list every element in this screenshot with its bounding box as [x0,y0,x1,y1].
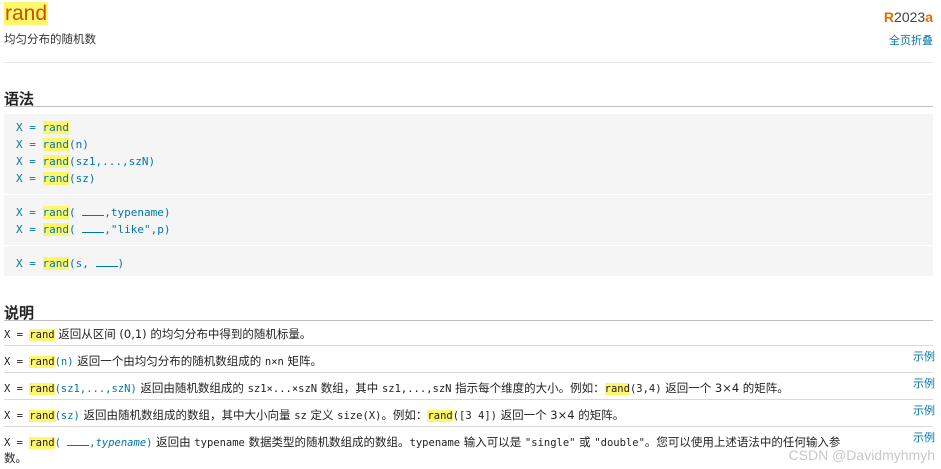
collapse-all-link[interactable]: 全页折叠 [889,32,933,48]
rand-function-link[interactable]: rand [42,172,69,185]
syntax-line[interactable]: X = rand(n) [16,136,155,153]
rand-function-link[interactable]: rand [42,223,69,236]
argument-placeholder [95,255,118,267]
description-row: X = rand( ,typename) 返回由 typename 数据类型的随… [4,434,841,465]
release-badge: R2023a [883,9,933,25]
rand-function-link[interactable]: rand [42,206,69,219]
argument-placeholder [67,434,90,446]
syntax-group-1: X = rand X = rand(n) X = rand(sz1,...,sz… [16,119,155,187]
rand-function-link[interactable]: rand [29,329,55,341]
description-row: X = rand(sz) 返回由随机数组成的数组，其中大小向量 sz 定义 si… [4,408,625,422]
syntax-line[interactable]: X = rand( ,typename) [16,204,170,221]
row-divider [4,372,933,373]
description-row: X = rand(sz1,...,szN) 返回由随机数组成的 sz1×...×… [4,381,789,395]
rand-function-link[interactable]: rand [29,410,55,422]
row-divider [4,426,933,427]
row-divider [4,399,933,400]
rand-function-link[interactable]: rand [42,121,69,134]
syntax-group-3: X = rand(s, ) [16,255,124,272]
row-divider [4,345,933,346]
rand-function-link[interactable]: rand [427,410,453,422]
description-heading-rule [4,320,933,321]
syntax-line[interactable]: X = rand( ,"like",p) [16,221,170,238]
syntax-separator [4,194,933,195]
syntax-block: X = rand X = rand(n) X = rand(sz1,...,sz… [4,114,933,276]
description-row: X = rand(n) 返回一个由均匀分布的随机数组成的 n×n 矩阵。 [4,354,322,368]
rand-function-link[interactable]: rand [42,138,69,151]
syntax-group-2: X = rand( ,typename) X = rand( ,"like",p… [16,204,170,238]
rand-function-link[interactable]: rand [42,257,69,270]
page-title: rand [4,2,49,25]
argument-placeholder [82,204,105,216]
syntax-line[interactable]: X = rand(sz1,...,szN) [16,153,155,170]
watermark: CSDN @Davidmyhmyh [788,447,935,463]
description-row: X = rand 返回从区间 (0,1) 的均匀分布中得到的随机标量。 [4,327,312,341]
page-subtitle: 均匀分布的随机数 [4,32,96,46]
rand-function-link[interactable]: rand [42,155,69,168]
syntax-line[interactable]: X = rand(s, ) [16,255,124,272]
rand-function-link[interactable]: rand [604,383,630,395]
example-link[interactable]: 示例 [913,429,935,445]
syntax-separator [4,245,933,246]
syntax-line[interactable]: X = rand [16,119,155,136]
rand-function-link[interactable]: rand [29,383,55,395]
argument-placeholder [82,221,105,233]
rand-function-link[interactable]: rand [29,356,55,368]
syntax-heading-rule [4,106,933,107]
header-divider [4,62,933,63]
syntax-line[interactable]: X = rand(sz) [16,170,155,187]
rand-function-link[interactable]: rand [29,437,55,449]
